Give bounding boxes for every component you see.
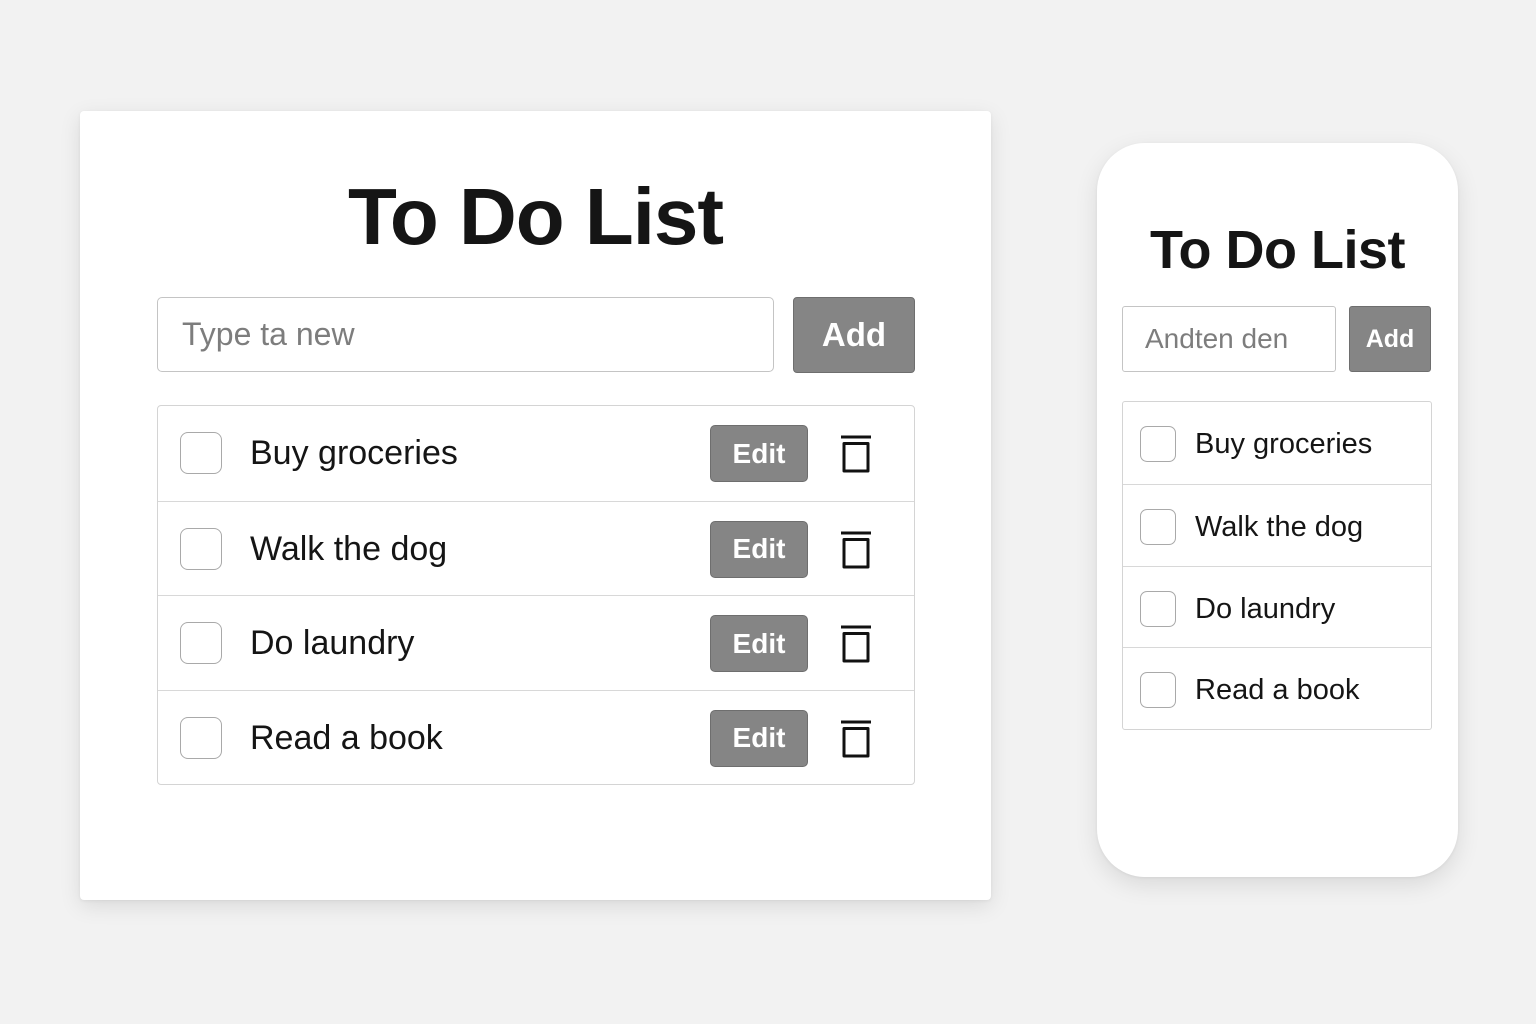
trash-icon[interactable] — [838, 624, 874, 664]
trash-icon[interactable] — [838, 719, 874, 759]
task-label: Do laundry — [1195, 592, 1336, 625]
task-list: Buy groceries Walk the dog Do laundry Re… — [1122, 401, 1432, 730]
task-checkbox[interactable] — [180, 527, 222, 570]
task-row: Buy groceries — [1123, 402, 1431, 484]
task-list: Buy groceries Edit Walk the dog Edit Do … — [157, 405, 915, 785]
task-row: Walk the dog Edit — [158, 500, 914, 596]
edit-task-button[interactable]: Edit — [710, 520, 808, 578]
task-row: Do laundry Edit — [158, 595, 914, 690]
page-title: To Do List — [347, 172, 724, 261]
task-checkbox[interactable] — [180, 432, 222, 474]
trash-icon[interactable] — [838, 434, 874, 474]
task-checkbox[interactable] — [180, 622, 222, 664]
task-label: Read a book — [250, 718, 443, 757]
task-row: Read a book Edit — [158, 689, 914, 785]
page-title: To Do List — [1150, 220, 1405, 280]
task-label: Do laundry — [250, 624, 415, 662]
task-label: Read a book — [1195, 674, 1360, 707]
task-checkbox[interactable] — [1140, 590, 1176, 627]
task-label: Walk the dog — [1195, 510, 1364, 543]
task-label: Buy groceries — [1195, 428, 1373, 460]
task-row: Do laundry — [1123, 565, 1431, 648]
mobile-todo-card: To Do List Add Buy groceries Walk the do… — [1097, 143, 1458, 877]
edit-task-button[interactable]: Edit — [710, 709, 808, 767]
task-checkbox[interactable] — [1140, 426, 1176, 462]
task-row: Read a book — [1123, 647, 1431, 729]
task-row: Walk the dog — [1123, 483, 1431, 566]
task-checkbox[interactable] — [1140, 672, 1176, 709]
task-label: Walk the dog — [250, 529, 448, 568]
task-checkbox[interactable] — [180, 716, 222, 759]
task-row: Buy groceries Edit — [158, 406, 914, 501]
edit-task-button[interactable]: Edit — [710, 615, 808, 672]
new-task-input[interactable] — [157, 297, 774, 372]
new-task-input[interactable] — [1122, 306, 1336, 372]
task-label: Buy groceries — [250, 434, 458, 472]
edit-task-button[interactable]: Edit — [710, 425, 808, 482]
add-task-button[interactable]: Add — [793, 297, 915, 373]
desktop-todo-card: To Do List Add Buy groceries Edit Walk t… — [80, 111, 991, 900]
add-task-button[interactable]: Add — [1349, 306, 1431, 372]
trash-icon[interactable] — [838, 530, 874, 570]
task-checkbox[interactable] — [1140, 508, 1176, 545]
